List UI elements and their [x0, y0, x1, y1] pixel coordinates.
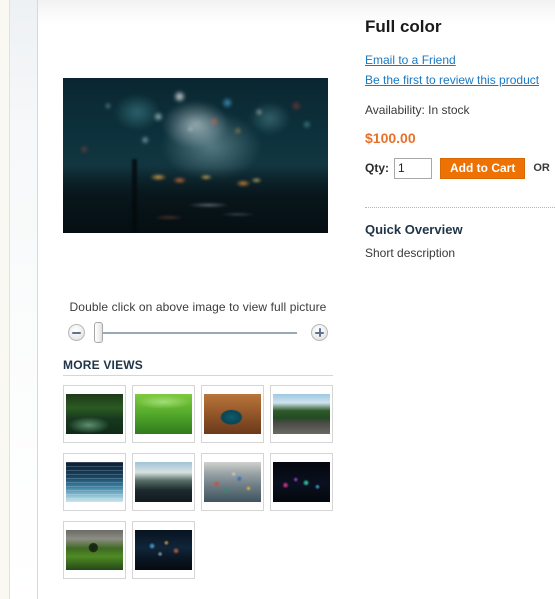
image-pole-layer: [131, 158, 137, 233]
thumbnail-item[interactable]: [132, 521, 195, 579]
thumbnail-item[interactable]: [201, 385, 264, 443]
or-label: OR: [533, 161, 550, 174]
minus-circle-icon[interactable]: [68, 324, 85, 341]
product-media-column: Double click on above image to view full…: [63, 78, 333, 589]
page-content: Double click on above image to view full…: [38, 0, 555, 599]
qty-input[interactable]: [394, 157, 432, 179]
more-views-rule: [63, 375, 333, 376]
browser-left-edge: [0, 0, 9, 599]
plus-circle-icon[interactable]: [311, 324, 328, 341]
thumbnail-image-canyon-river-bend: [204, 394, 261, 434]
thumbnail-item[interactable]: [270, 385, 333, 443]
left-sidebar-rail: [10, 0, 37, 599]
review-row: Be the first to review this product: [365, 71, 555, 90]
zoom-slider[interactable]: [63, 322, 333, 344]
section-separator: [365, 207, 555, 209]
zoom-hint-text: Double click on above image to view full…: [69, 300, 327, 314]
page-title: Full color: [365, 17, 442, 36]
email-to-friend-row: Email to a Friend: [365, 51, 555, 70]
thumbnail-image-pier-at-dusk: [135, 462, 192, 502]
product-page: Double click on above image to view full…: [0, 0, 555, 599]
thumbnail-image-forest-river: [66, 394, 123, 434]
thumbnail-image-green-grass: [135, 394, 192, 434]
zoom-slider-handle[interactable]: [94, 322, 103, 343]
thumbnail-item[interactable]: [63, 385, 126, 443]
product-price: $100.00: [365, 129, 416, 146]
thumbnail-item[interactable]: [63, 453, 126, 511]
quick-overview-heading: Quick Overview: [365, 222, 463, 238]
qty-label: Qty:: [365, 160, 389, 175]
thumbnail-image-mountain-road: [273, 394, 330, 434]
product-info-column: Full color Email to a Friend Be the firs…: [365, 17, 555, 261]
email-to-a-friend-link[interactable]: Email to a Friend: [365, 51, 456, 70]
availability-status: Availability: In stock: [365, 102, 470, 117]
image-car-lights-layer: [63, 78, 328, 233]
main-product-image[interactable]: [63, 78, 328, 233]
thumbnail-image-ocean-waves: [66, 462, 123, 502]
thumbnail-image-neon-city-skyline: [273, 462, 330, 502]
write-review-link[interactable]: Be the first to review this product: [365, 71, 539, 90]
thumbnail-grid: [63, 385, 339, 589]
thumbnail-image-city-street-night: [135, 530, 192, 570]
more-views-heading: MORE VIEWS: [63, 358, 144, 372]
thumbnail-image-lone-tree-field: [66, 530, 123, 570]
thumbnail-item[interactable]: [132, 453, 195, 511]
add-to-cart-row: Qty: Add to Cart OR Add to Wishlist Add …: [365, 157, 555, 190]
thumbnail-item[interactable]: [63, 521, 126, 579]
zoom-slider-track[interactable]: [99, 332, 297, 334]
thumbnail-item[interactable]: [132, 385, 195, 443]
thumbnail-item[interactable]: [201, 453, 264, 511]
thumbnail-image-colorful-harbor: [204, 462, 261, 502]
quick-overview-text: Short description: [365, 246, 456, 261]
add-to-cart-button[interactable]: Add to Cart: [440, 157, 526, 179]
thumbnail-item[interactable]: [270, 453, 333, 511]
